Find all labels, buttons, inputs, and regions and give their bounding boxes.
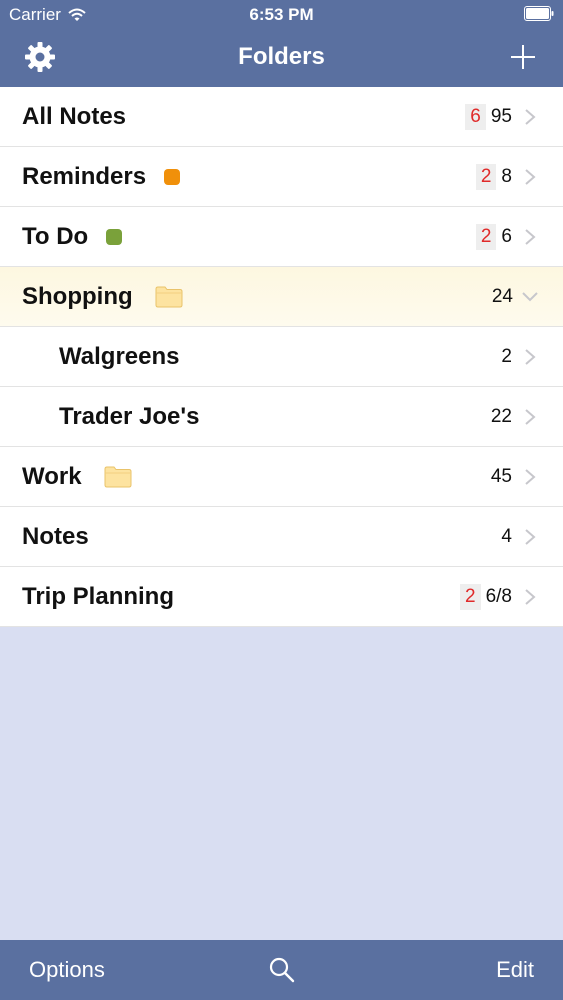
- folder-counts: 2: [501, 327, 536, 386]
- folder-row-all-notes[interactable]: All Notes 6 95: [0, 87, 563, 147]
- folder-row-trader-joes[interactable]: Trader Joe's 22: [0, 387, 563, 447]
- folder-label: All Notes: [22, 87, 126, 146]
- folder-row-shopping[interactable]: Shopping 24: [0, 267, 563, 327]
- folder-label: Reminders: [22, 147, 181, 206]
- folder-label: Notes: [22, 507, 89, 566]
- folder-counts: 2 6/8: [460, 567, 536, 626]
- note-count: 4: [501, 525, 512, 547]
- search-icon[interactable]: [268, 956, 296, 984]
- note-count: 6: [501, 225, 512, 247]
- folder-label: Trip Planning: [22, 567, 174, 626]
- folder-label: Trader Joe's: [59, 387, 199, 446]
- chevron-down-icon[interactable]: [521, 291, 539, 303]
- folder-row-trip-planning[interactable]: Trip Planning 2 6/8: [0, 567, 563, 627]
- note-count: 95: [490, 105, 512, 127]
- folder-name: Trip Planning: [22, 583, 175, 610]
- folder-counts: 22: [491, 387, 536, 446]
- note-count: 45: [490, 465, 512, 487]
- folder-name: Shopping: [22, 283, 133, 310]
- page-title: Folders: [238, 43, 325, 70]
- green-tag-icon: [106, 228, 123, 245]
- note-count: 22: [490, 405, 512, 427]
- folder-row-notes[interactable]: Notes 4: [0, 507, 563, 567]
- bottom-toolbar: Options Edit: [0, 940, 563, 1000]
- folder-row-reminders[interactable]: Reminders 2 8: [0, 147, 563, 207]
- chevron-right-icon: [525, 468, 536, 485]
- edit-button[interactable]: Edit: [496, 957, 534, 983]
- chevron-right-icon: [525, 228, 536, 245]
- folder-name: Trader Joe's: [59, 403, 200, 430]
- folder-counts: 45: [491, 447, 536, 506]
- folder-list: All Notes 6 95 Reminders 2 8 To Do 2 6 S…: [0, 87, 563, 627]
- folder-counts: 6 95: [465, 87, 536, 146]
- reminder-badge: 2: [460, 583, 481, 610]
- reminder-badge: 2: [475, 223, 497, 250]
- reminder-badge: 6: [465, 103, 486, 130]
- folder-label: To Do: [22, 207, 123, 266]
- folder-name: Reminders: [22, 163, 147, 190]
- chevron-right-icon: [525, 168, 536, 185]
- note-count: 6/8: [485, 585, 512, 607]
- note-count: 2: [501, 345, 512, 367]
- folder-counts: 2 6: [475, 207, 536, 266]
- folder-name: Walgreens: [59, 343, 180, 370]
- folder-row-walgreens[interactable]: Walgreens 2: [0, 327, 563, 387]
- plus-icon[interactable]: [507, 41, 539, 73]
- folder-label: Walgreens: [59, 327, 179, 386]
- chevron-right-icon: [525, 408, 536, 425]
- folder-counts: 4: [501, 507, 536, 566]
- folder-row-work[interactable]: Work 45: [0, 447, 563, 507]
- folder-name: All Notes: [22, 103, 127, 130]
- folder-icon: [155, 286, 183, 307]
- orange-tag-icon: [164, 168, 181, 185]
- folder-name: Notes: [22, 523, 89, 550]
- folder-counts: 24: [491, 267, 539, 326]
- folder-name: To Do: [22, 223, 89, 250]
- folder-label: Work: [22, 447, 132, 506]
- navigation-bar: Folders: [0, 30, 563, 87]
- status-bar: Carrier 6:53 PM: [0, 0, 563, 30]
- chevron-right-icon: [525, 588, 536, 605]
- folder-name: Work: [22, 463, 82, 490]
- status-time: 6:53 PM: [249, 5, 314, 24]
- battery-icon: [524, 6, 554, 21]
- reminder-badge: 2: [475, 163, 497, 190]
- folder-counts: 2 8: [475, 147, 536, 206]
- chevron-right-icon: [525, 348, 536, 365]
- folder-row-to-do[interactable]: To Do 2 6: [0, 207, 563, 267]
- chevron-right-icon: [525, 108, 536, 125]
- folder-label: Shopping: [22, 267, 183, 326]
- top-bar: Carrier 6:53 PM Folders: [0, 0, 563, 87]
- note-count: 24: [491, 285, 513, 307]
- note-count: 8: [501, 165, 512, 187]
- folder-icon: [104, 466, 132, 487]
- chevron-right-icon: [525, 528, 536, 545]
- options-button[interactable]: Options: [29, 957, 105, 983]
